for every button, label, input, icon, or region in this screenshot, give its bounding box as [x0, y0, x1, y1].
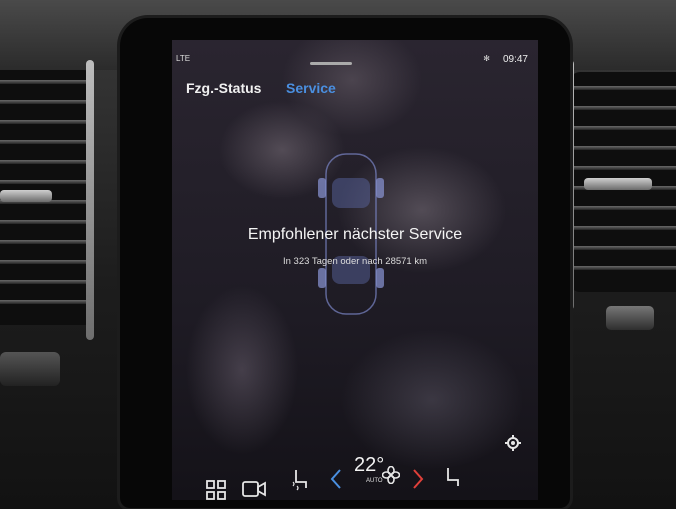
lower-left-control: [0, 352, 60, 386]
chevron-right-icon[interactable]: [412, 468, 424, 490]
infotainment-screen: LTE ✻ 09:47 Fzg.-Status Service Empfohle…: [172, 40, 538, 500]
camera-icon[interactable]: [242, 480, 266, 498]
tab-service[interactable]: Service: [286, 80, 336, 96]
service-detail: In 323 Tagen oder nach 28571 km: [282, 256, 428, 267]
home-grid-icon[interactable]: [206, 480, 226, 500]
air-vent-right: [570, 72, 676, 292]
clock: 09:47: [502, 54, 528, 65]
tab-vehicle-status[interactable]: Fzg.-Status: [186, 80, 261, 96]
bluetooth-icon: ✻: [483, 54, 490, 63]
seat-heat-left-icon[interactable]: [290, 468, 310, 492]
air-vent-left: [0, 70, 92, 325]
vent-trim-left: [86, 60, 94, 340]
status-bar: LTE ✻ 09:47: [172, 54, 538, 68]
fan-icon[interactable]: [382, 466, 400, 484]
network-indicator: LTE: [176, 54, 191, 63]
settings-gear-icon[interactable]: [504, 434, 522, 452]
temperature-display[interactable]: 22°: [354, 454, 384, 477]
pull-down-handle[interactable]: [310, 62, 352, 65]
climate-auto-label: AUTO: [366, 478, 383, 484]
right-dash-button: [606, 306, 654, 330]
service-headline: Empfohlener nächster Service: [247, 226, 463, 243]
chevron-left-icon[interactable]: [330, 468, 342, 490]
seat-right-icon[interactable]: [444, 466, 462, 490]
